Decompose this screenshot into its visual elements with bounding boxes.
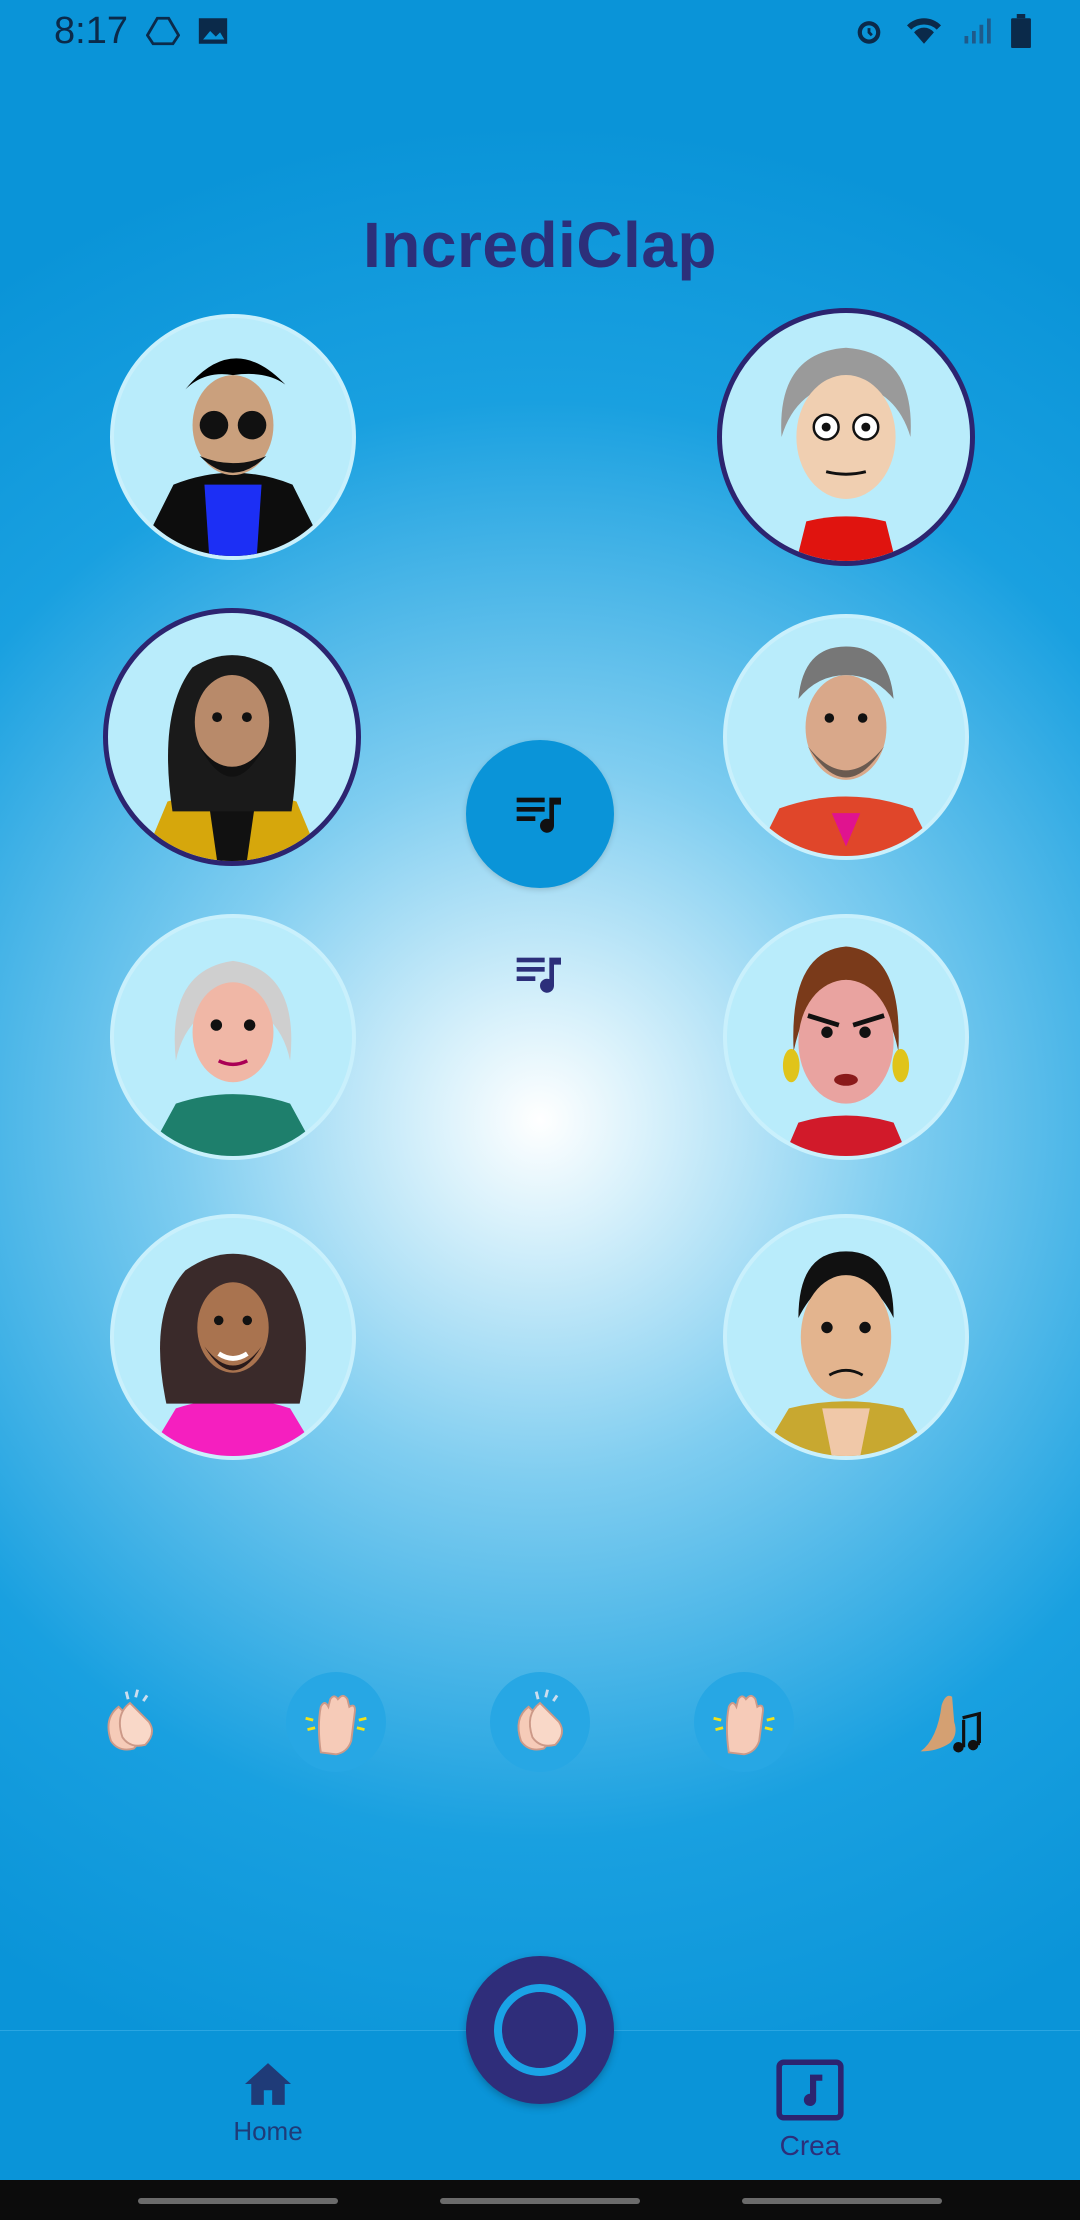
battery-icon [1011, 14, 1031, 48]
playlist-button[interactable] [466, 740, 614, 888]
image-icon [198, 18, 228, 44]
signal-icon [964, 18, 991, 44]
playlist-music-icon [516, 797, 561, 833]
raised-hand-sparkle-icon [305, 1694, 367, 1756]
clap-sound-4[interactable] [694, 1672, 794, 1772]
nav-create-label: Crea [779, 2130, 841, 2161]
clap-sound-3[interactable] [490, 1672, 590, 1772]
avatar-woman-bun[interactable] [723, 1214, 969, 1460]
clap-sound-1[interactable] [80, 1672, 180, 1772]
status-time: 8:17 [54, 10, 128, 52]
nav-home[interactable]: Home [224, 2061, 312, 2147]
avatar-sunglasses-man[interactable] [110, 314, 356, 560]
clap-sound-5[interactable] [900, 1672, 1000, 1772]
status-icons [852, 14, 1032, 48]
drive-icon [146, 16, 180, 46]
clapping-hands-icon [517, 1689, 563, 1751]
wifi-icon [907, 18, 941, 44]
playlist-music-icon[interactable] [512, 946, 568, 1002]
clapping-hands-icon [107, 1689, 153, 1751]
system-navigation-bar [0, 2180, 1080, 2220]
avatar-grey-bearded-man[interactable] [723, 614, 969, 860]
nav-pill-right [742, 2198, 942, 2204]
nav-home-label: Home [233, 2116, 303, 2146]
avatar-woman-earrings[interactable] [723, 914, 969, 1160]
nav-pill-left [138, 2198, 338, 2204]
avatar-curly-haired-man[interactable] [110, 1214, 356, 1460]
record-ring-icon [494, 1984, 586, 2076]
music-note-box-icon [776, 2059, 844, 2121]
clap-sound-2[interactable] [286, 1672, 386, 1772]
raised-hand-sparkle-icon [713, 1694, 775, 1756]
nav-pill-center[interactable] [440, 2198, 640, 2204]
app-title: IncrediClap [362, 209, 718, 281]
avatar-old-man[interactable] [717, 308, 975, 566]
record-button[interactable] [466, 1956, 614, 2104]
status-bar: 8:17 [0, 0, 1080, 64]
nav-create[interactable]: Crea [768, 2059, 852, 2162]
heel-music-icon [920, 1695, 981, 1753]
home-icon [245, 2063, 291, 2105]
alarm-icon [857, 21, 881, 44]
avatar-longhair-bearded-man[interactable] [103, 608, 361, 866]
avatar-grey-haired-woman[interactable] [110, 914, 356, 1160]
